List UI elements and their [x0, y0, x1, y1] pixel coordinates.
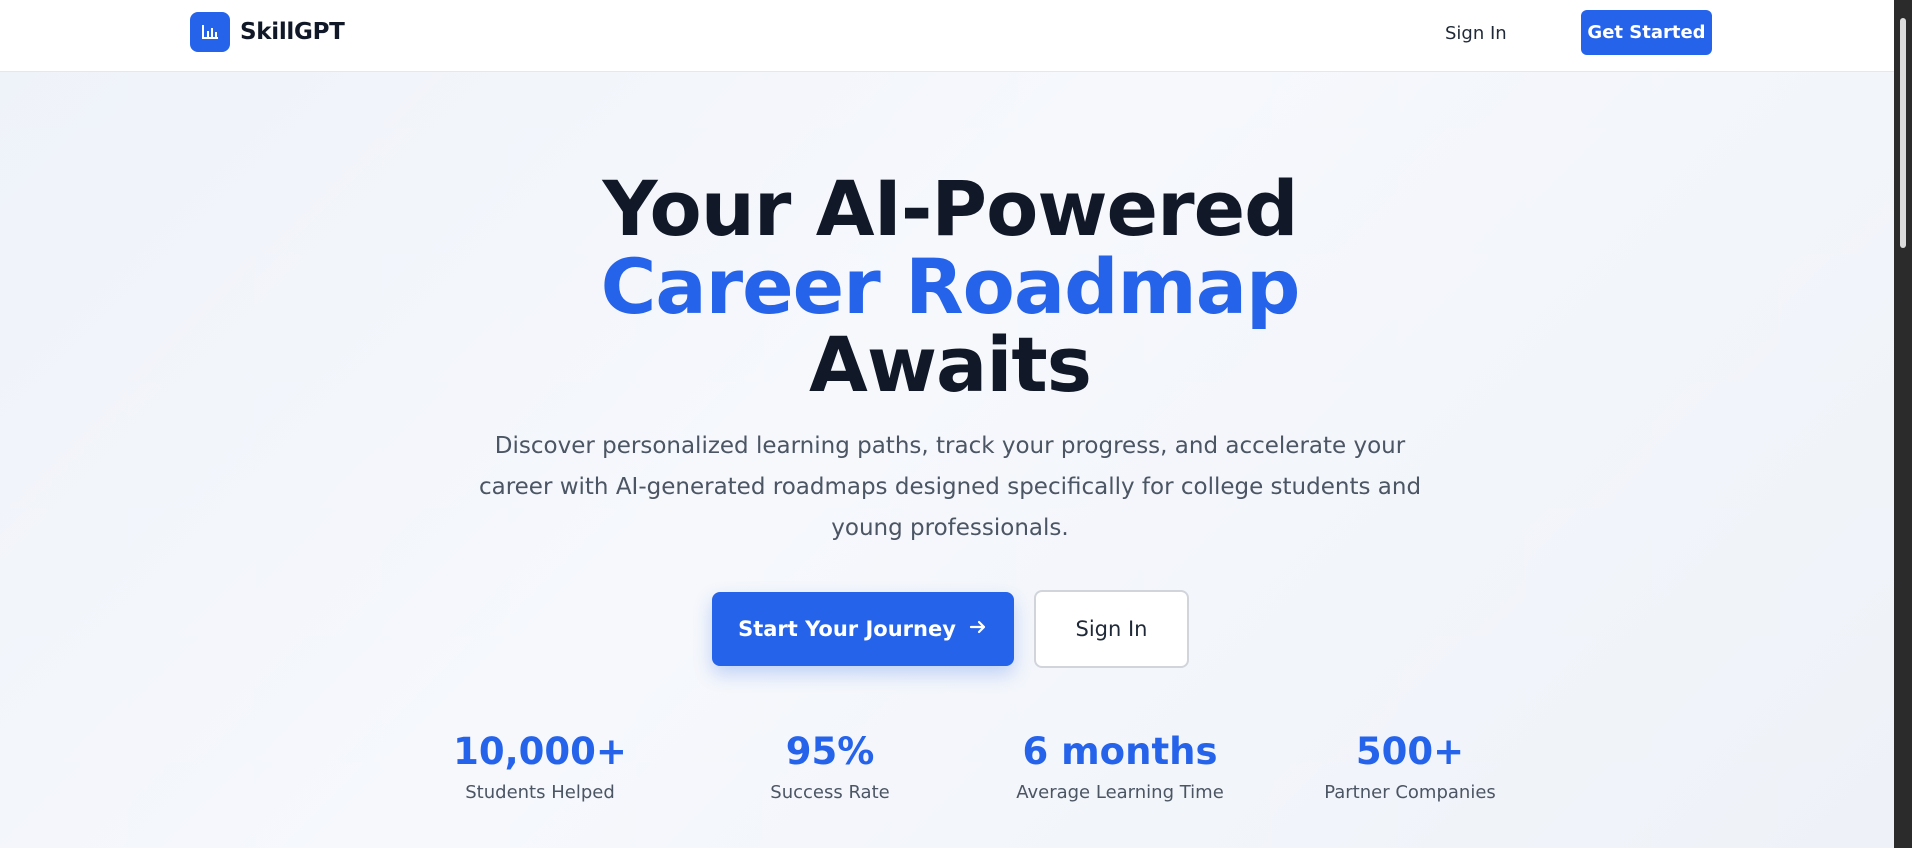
hero-title-line-3: Awaits [809, 320, 1092, 409]
page: SkillGPT Sign In Get Started Your AI-Pow… [0, 0, 1912, 848]
stat-average-learning-time: 6 months Average Learning Time [975, 726, 1265, 806]
bar-chart-icon [190, 12, 230, 52]
stat-label: Students Helped [465, 782, 615, 803]
stat-value: 6 months [1022, 730, 1218, 773]
stat-label: Partner Companies [1324, 782, 1496, 803]
stat-label: Average Learning Time [1016, 782, 1224, 803]
stat-success-rate: 95% Success Rate [685, 726, 975, 806]
stat-value: 10,000+ [453, 730, 627, 773]
stat-value: 500+ [1355, 730, 1465, 773]
scrollbar[interactable] [1894, 0, 1912, 848]
nav-get-started-button[interactable]: Get Started [1581, 10, 1712, 55]
hero-title: Your AI-Powered Career Roadmap Awaits [0, 170, 1900, 404]
navbar: SkillGPT Sign In Get Started [0, 0, 1894, 72]
brand-name: SkillGPT [240, 19, 345, 45]
hero-sign-in-button[interactable]: Sign In [1034, 590, 1189, 668]
stats-section: 10,000+ Students Helped 95% Success Rate… [395, 726, 1555, 826]
arrow-right-icon [968, 617, 988, 642]
hero-title-accent: Career Roadmap [600, 242, 1301, 331]
stat-students-helped: 10,000+ Students Helped [395, 726, 685, 806]
start-journey-button[interactable]: Start Your Journey [712, 592, 1014, 666]
brand[interactable]: SkillGPT [190, 12, 345, 52]
hero-title-line-1: Your AI-Powered [602, 164, 1298, 253]
stat-partner-companies: 500+ Partner Companies [1265, 726, 1555, 806]
stat-label: Success Rate [770, 782, 890, 803]
viewport: SkillGPT Sign In Get Started Your AI-Pow… [0, 0, 1894, 848]
hero-subtitle: Discover personalized learning paths, tr… [478, 433, 1422, 541]
start-journey-label: Start Your Journey [738, 617, 956, 641]
scrollbar-thumb[interactable] [1900, 18, 1906, 248]
stat-value: 95% [785, 730, 875, 773]
nav-sign-in-button[interactable]: Sign In [1445, 20, 1507, 48]
